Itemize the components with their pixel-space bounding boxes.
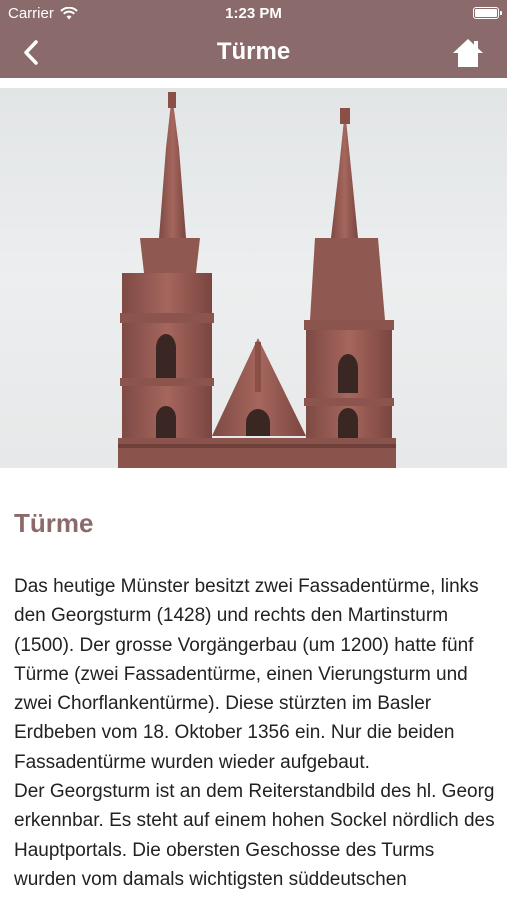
page-title: Türme (216, 38, 291, 65)
article-body: Das heutige Münster besitzt zwei Fassade… (14, 572, 500, 894)
home-button[interactable] (451, 37, 485, 69)
clock: 1:23 PM (225, 5, 282, 22)
navigation-bar: Türme (0, 28, 507, 78)
hero-image-cathedral-towers (0, 88, 507, 468)
paragraph: Das heutige Münster besitzt zwei Fassade… (14, 576, 479, 773)
paragraph: Der Georgsturm ist an dem Reiterstandbil… (14, 781, 495, 890)
section-heading: Türme (14, 508, 94, 538)
home-icon (453, 39, 483, 67)
battery-icon (473, 7, 502, 19)
status-bar: Carrier 1:23 PM (0, 0, 507, 28)
nav-divider (0, 78, 507, 88)
cathedral-towers-illustration (118, 92, 396, 468)
